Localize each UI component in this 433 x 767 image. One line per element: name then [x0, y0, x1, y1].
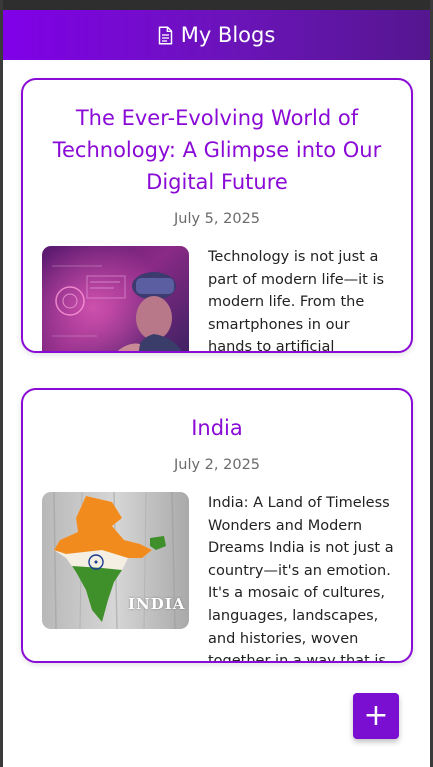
blog-thumbnail[interactable] [42, 246, 189, 351]
blog-date: July 5, 2025 [173, 211, 261, 227]
blog-content: Technology is not just a part of modern … [42, 246, 397, 353]
page-title: My Blogs [180, 23, 276, 47]
app-frame: My Blogs The Ever-Evolving World of Tech… [0, 0, 433, 767]
blog-excerpt: India: A Land of Timeless Wonders and Mo… [208, 495, 394, 663]
window-top-strip [0, 0, 433, 10]
blog-card[interactable]: The Ever-Evolving World of Technology: A… [21, 78, 413, 353]
blog-card[interactable]: India July 2, 2025 INDIA India: A Land o… [21, 388, 413, 663]
blog-date: July 2, 2025 [173, 457, 261, 473]
blog-thumbnail[interactable]: INDIA [42, 492, 189, 629]
blog-title[interactable]: The Ever-Evolving World of Technology: A… [45, 102, 389, 198]
app-header: My Blogs [3, 10, 430, 60]
plus-icon: + [363, 698, 389, 733]
document-icon [158, 25, 173, 45]
blog-content: INDIA India: A Land of Timeless Wonders … [42, 492, 397, 663]
thumbnail-caption: INDIA [128, 595, 186, 613]
blog-excerpt: Technology is not just a part of modern … [208, 249, 385, 353]
add-post-button[interactable]: + [353, 693, 399, 739]
blog-title[interactable]: India [45, 412, 389, 444]
window-left-edge [0, 0, 3, 767]
